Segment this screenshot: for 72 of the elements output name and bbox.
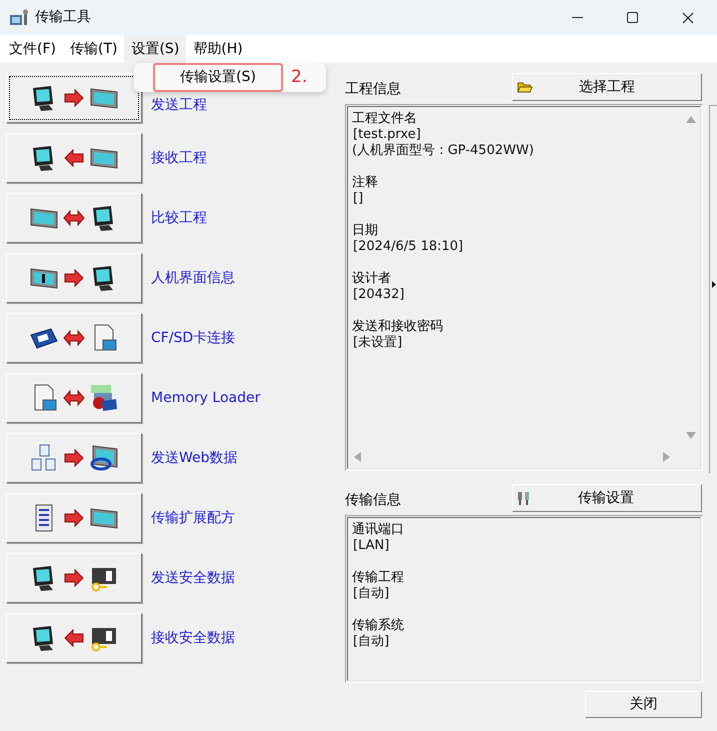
action-button[interactable]: [6, 313, 142, 363]
info-value: [LAN]: [352, 538, 390, 554]
action-button[interactable]: [6, 73, 142, 123]
cable-icon: [517, 490, 531, 506]
window-title: 传输工具: [35, 8, 91, 27]
right-arrow-icon: [63, 568, 85, 588]
action-label: Memory Loader: [151, 388, 260, 408]
left-arrow-icon: [63, 628, 85, 648]
app-icon: [9, 8, 31, 26]
right-arrow-icon: [63, 88, 85, 108]
menu-item[interactable]: 帮助(H): [186, 35, 250, 63]
info-value: []: [352, 191, 364, 207]
close-icon: [682, 12, 694, 24]
scroll-right-icon: [663, 452, 670, 462]
section-title: 工程信息: [345, 80, 401, 99]
action-label: 接收安全数据: [151, 628, 235, 648]
info-label: 工程文件名: [352, 111, 418, 127]
info-value: [自动]: [352, 634, 390, 650]
action-label: CF/SD卡连接: [151, 328, 236, 348]
info-value: [20432]: [352, 287, 406, 303]
menu-item[interactable]: 设置(S): [124, 35, 186, 63]
step-annotation: 2.: [291, 66, 308, 89]
info-label: 设计者: [352, 271, 392, 287]
action-label: 接收工程: [151, 148, 207, 168]
action-button[interactable]: [6, 253, 142, 303]
action-label: 发送工程: [151, 96, 207, 114]
info-label: 日期: [352, 223, 379, 239]
scroll-down-icon: [686, 432, 696, 439]
section-title: 传输信息: [345, 491, 401, 510]
scroll-left-icon: [354, 452, 361, 462]
select-project-button[interactable]: 选择工程: [512, 73, 702, 101]
action-button[interactable]: [6, 193, 142, 243]
menu-item[interactable]: 传输设置(S): [153, 63, 283, 92]
expand-arrow-icon: [712, 281, 716, 288]
close-dialog-button[interactable]: 关闭: [585, 691, 702, 718]
action-label: 传输扩展配方: [151, 508, 235, 528]
action-button[interactable]: [6, 433, 142, 483]
scroll-up-icon: [686, 116, 696, 123]
info-label: 传输系统: [352, 618, 405, 634]
double-arrow-icon: [63, 208, 85, 228]
transfer-settings-button[interactable]: 传输设置: [512, 484, 702, 512]
info-value: [test.prxe]: [352, 127, 422, 143]
backup-card-icon: [89, 383, 119, 413]
action-label: 发送安全数据: [151, 568, 235, 588]
info-value: [自动]: [352, 586, 390, 602]
double-arrow-icon: [63, 388, 85, 408]
left-arrow-icon: [63, 148, 85, 168]
action-button[interactable]: [6, 493, 142, 543]
info-value: [未设置]: [352, 335, 404, 351]
menu-item[interactable]: 传输(T): [62, 35, 124, 63]
action-label: 比较工程: [151, 208, 207, 228]
action-button[interactable]: [6, 613, 142, 663]
folder-icon: [517, 81, 533, 93]
info-value: (人机界面型号 : GP-4502WW): [352, 143, 535, 159]
maximize-icon: [627, 12, 638, 23]
minimize-icon: [572, 17, 583, 18]
info-label: 注释: [352, 175, 379, 191]
menu-item[interactable]: 文件(F): [2, 35, 63, 63]
action-button[interactable]: [6, 553, 142, 603]
info-value: [2024/6/5 18:10]: [352, 239, 464, 255]
info-label: 发送和接收密码: [352, 319, 444, 335]
right-arrow-icon: [63, 268, 85, 288]
right-arrow-icon: [63, 508, 85, 528]
right-arrow-icon: [63, 448, 85, 468]
action-label: 发送Web数据: [151, 448, 238, 468]
action-button[interactable]: [6, 133, 142, 183]
double-arrow-icon: [63, 328, 85, 348]
action-button[interactable]: [6, 373, 142, 423]
action-label: 人机界面信息: [151, 268, 235, 288]
info-label: 通讯端口: [352, 522, 405, 538]
info-label: 传输工程: [352, 570, 405, 586]
globe-display-icon: [89, 443, 119, 473]
